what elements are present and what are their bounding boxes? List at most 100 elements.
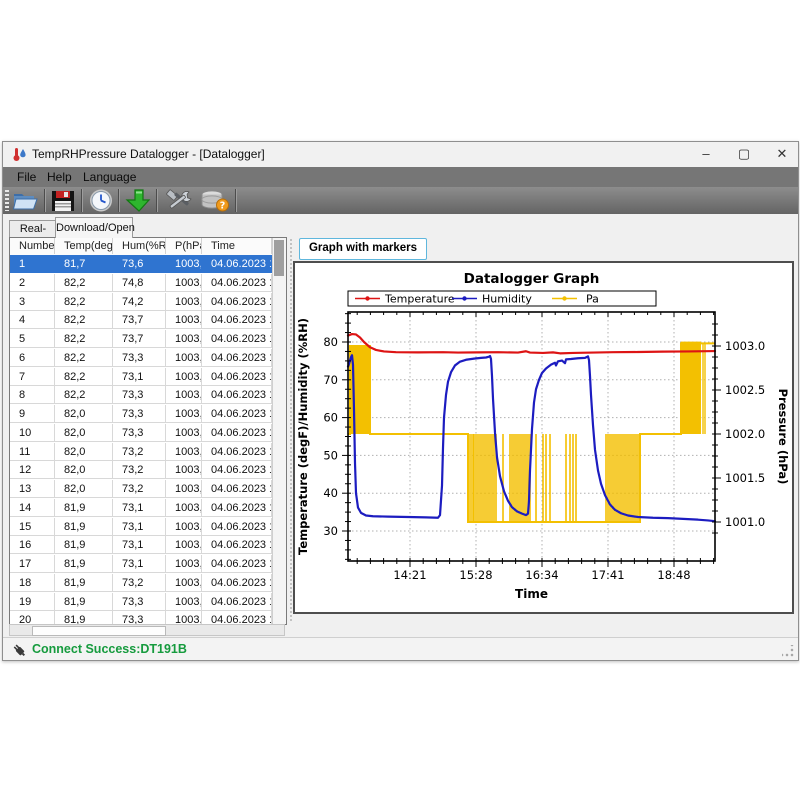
title-bar[interactable]: TempRHPressure Datalogger - [Datalogger]… xyxy=(3,142,798,167)
table-cell: 82,0 xyxy=(55,461,113,479)
desktop: TempRHPressure Datalogger - [Datalogger]… xyxy=(0,0,800,800)
svg-text:1001.0: 1001.0 xyxy=(725,515,765,529)
column-header[interactable]: Number xyxy=(10,238,55,254)
maximize-button[interactable]: ▢ xyxy=(728,143,760,165)
table-row[interactable]: 1481,973,11003,004.06.2023 13... xyxy=(10,499,272,518)
table-row[interactable]: 1282,073,21003,004.06.2023 13... xyxy=(10,461,272,480)
menu-file[interactable]: File xyxy=(11,167,42,187)
table-cell: 82,2 xyxy=(55,349,113,367)
clock-icon[interactable] xyxy=(87,188,115,213)
table-cell: 1003,0 xyxy=(166,480,202,498)
open-folder-icon[interactable] xyxy=(11,188,39,213)
resize-grip[interactable] xyxy=(782,645,794,657)
svg-text:80: 80 xyxy=(323,335,338,349)
column-header[interactable]: Hum(%RH) xyxy=(113,238,166,254)
table-cell: 73,1 xyxy=(113,555,166,573)
close-button[interactable]: ✕ xyxy=(766,143,798,165)
table-cell: 04.06.2023 13... xyxy=(202,349,272,367)
table-cell: 81,9 xyxy=(55,518,113,536)
download-icon[interactable] xyxy=(125,188,153,213)
table-cell: 1003,0 xyxy=(166,443,202,461)
table-vertical-scrollbar[interactable] xyxy=(272,238,286,624)
table-cell: 73,2 xyxy=(113,574,166,592)
table-row[interactable]: 782,273,11003,004.06.2023 13... xyxy=(10,368,272,387)
scrollbar-thumb[interactable] xyxy=(32,626,166,636)
table-cell: 82,0 xyxy=(55,405,113,423)
table-row[interactable]: 582,273,71003,004.06.2023 13... xyxy=(10,330,272,349)
table-cell: 81,9 xyxy=(55,536,113,554)
table-cell: 82,2 xyxy=(55,311,113,329)
table-row[interactable]: 882,273,31003,004.06.2023 13... xyxy=(10,386,272,405)
table-cell: 1003,0 xyxy=(166,349,202,367)
table-cell: 6 xyxy=(10,349,55,367)
menu-language[interactable]: Language xyxy=(77,167,142,187)
table-cell: 16 xyxy=(10,536,55,554)
table-cell: 14 xyxy=(10,499,55,517)
table-cell: 3 xyxy=(10,293,55,311)
table-row[interactable]: 682,273,31003,004.06.2023 13... xyxy=(10,349,272,368)
column-header[interactable]: Time xyxy=(202,238,272,254)
table-row[interactable]: 1781,973,11003,004.06.2023 13... xyxy=(10,555,272,574)
table-row[interactable]: 1881,973,21003,004.06.2023 13... xyxy=(10,574,272,593)
menu-help[interactable]: Help xyxy=(41,167,78,187)
table-cell: 1003,0 xyxy=(166,368,202,386)
table-cell: 1003,0 xyxy=(166,424,202,442)
minimize-button[interactable]: – xyxy=(690,143,722,165)
table-cell: 73,6 xyxy=(113,255,166,273)
tab-download-open[interactable]: Download/Open xyxy=(55,217,133,238)
svg-text:Datalogger Graph: Datalogger Graph xyxy=(464,271,600,287)
status-message: Connect Success:DT191B xyxy=(32,642,187,656)
table-row[interactable]: 1981,973,31003,004.06.2023 13... xyxy=(10,593,272,612)
table-cell: 10 xyxy=(10,424,55,442)
table-cell: 73,1 xyxy=(113,368,166,386)
toolbar-gripper[interactable] xyxy=(5,190,9,211)
status-bar: Connect Success:DT191B xyxy=(3,637,798,660)
table-cell: 73,3 xyxy=(113,386,166,404)
table-cell: 04.06.2023 13... xyxy=(202,255,272,273)
save-icon[interactable] xyxy=(49,188,77,213)
table-row[interactable]: 1182,073,21003,004.06.2023 13... xyxy=(10,443,272,462)
table-cell: 73,2 xyxy=(113,480,166,498)
table-row[interactable]: 2081,973,31003,004.06.2023 13... xyxy=(10,611,272,625)
table-row[interactable]: 1681,973,11003,004.06.2023 13... xyxy=(10,536,272,555)
table-cell: 82,2 xyxy=(55,330,113,348)
column-header[interactable]: P(hPa) xyxy=(166,238,202,254)
table-horizontal-scrollbar[interactable] xyxy=(9,624,285,636)
toolbar-separator xyxy=(118,189,120,212)
svg-text:14:21: 14:21 xyxy=(393,568,426,582)
table-row[interactable]: 382,274,21003,004.06.2023 13... xyxy=(10,293,272,312)
table-cell: 04.06.2023 13... xyxy=(202,368,272,386)
table-row[interactable]: 982,073,31003,004.06.2023 13... xyxy=(10,405,272,424)
database-help-icon[interactable]: ? xyxy=(199,188,231,213)
table-cell: 82,2 xyxy=(55,386,113,404)
table-cell: 1003,0 xyxy=(166,536,202,554)
table-cell: 04.06.2023 13... xyxy=(202,593,272,611)
column-header[interactable]: Temp(degF) xyxy=(55,238,113,254)
graph-with-markers-button[interactable]: Graph with markers xyxy=(299,238,427,260)
graph-panel: Datalogger Graph14:2115:2816:3417:4118:4… xyxy=(293,261,794,614)
tab-real-time[interactable]: Real-Time xyxy=(9,220,57,238)
table-cell: 04.06.2023 13... xyxy=(202,611,272,625)
scrollbar-thumb[interactable] xyxy=(274,240,284,276)
toolbar-separator xyxy=(81,189,83,212)
table-cell: 81,7 xyxy=(55,255,113,273)
table-cell: 73,7 xyxy=(113,311,166,329)
table-row[interactable]: 482,273,71003,004.06.2023 13... xyxy=(10,311,272,330)
table-row[interactable]: 282,274,81003,004.06.2023 13... xyxy=(10,274,272,293)
table-cell: 81,9 xyxy=(55,593,113,611)
table-cell: 1003,0 xyxy=(166,518,202,536)
table-cell: 1003,0 xyxy=(166,405,202,423)
table-row[interactable]: 1082,073,31003,004.06.2023 13... xyxy=(10,424,272,443)
table-row[interactable]: 1382,073,21003,004.06.2023 13... xyxy=(10,480,272,499)
table-cell: 82,0 xyxy=(55,480,113,498)
table-row[interactable]: 181,773,61003,004.06.2023 13... xyxy=(10,255,272,274)
table-cell: 1003,0 xyxy=(166,461,202,479)
table-row[interactable]: 1581,973,11003,004.06.2023 13... xyxy=(10,518,272,537)
svg-text:Time: Time xyxy=(515,587,548,601)
svg-text:Pressure (hPa): Pressure (hPa) xyxy=(776,389,790,485)
table-cell: 1003,0 xyxy=(166,574,202,592)
table-cell: 04.06.2023 13... xyxy=(202,293,272,311)
svg-text:15:28: 15:28 xyxy=(459,568,492,582)
tools-icon[interactable] xyxy=(163,188,195,213)
table-cell: 04.06.2023 13... xyxy=(202,424,272,442)
